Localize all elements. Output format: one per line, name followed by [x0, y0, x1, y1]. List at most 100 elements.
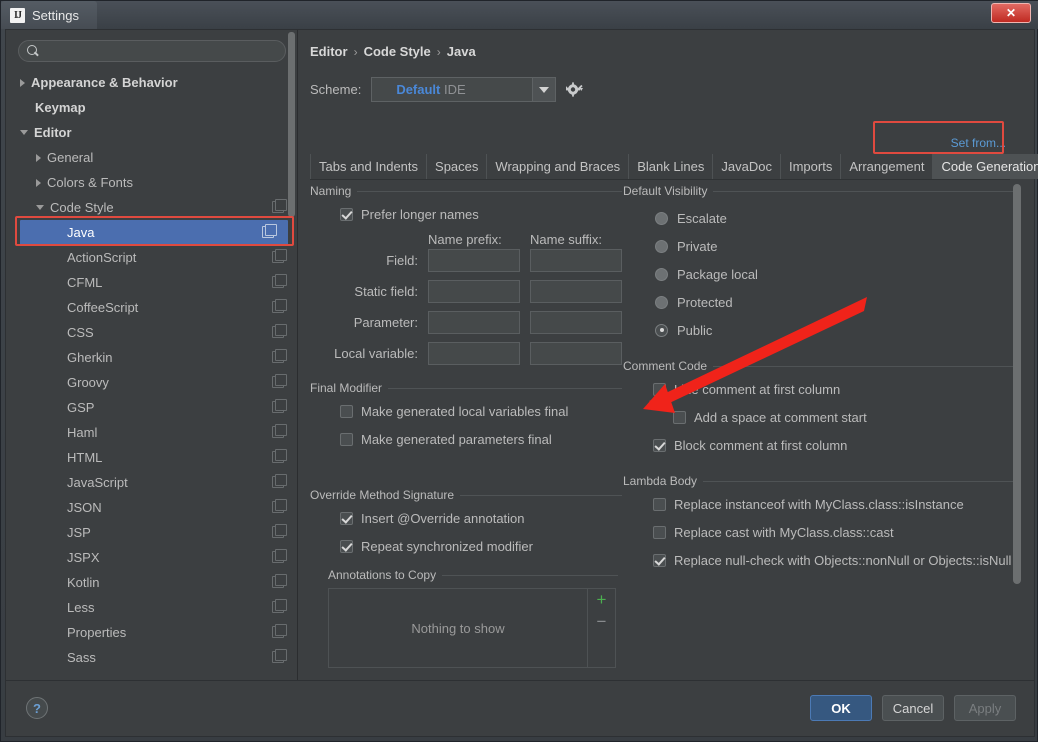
copy-scheme-icon[interactable] — [272, 624, 287, 638]
radio-visibility-package-local[interactable]: Package local — [623, 260, 1013, 288]
sidebar-item-javascript[interactable]: JavaScript — [6, 470, 298, 495]
name-suffix-input[interactable] — [530, 342, 622, 365]
sidebar-item-colors-fonts[interactable]: Colors & Fonts — [6, 170, 298, 195]
name-prefix-input[interactable] — [428, 249, 520, 272]
tab-tabs-and-indents[interactable]: Tabs and Indents — [310, 154, 426, 179]
copy-scheme-icon[interactable] — [272, 499, 287, 513]
checkbox-comment-code-1[interactable]: Add a space at comment start — [623, 403, 1013, 431]
sidebar-item-sass[interactable]: Sass — [6, 645, 298, 670]
checkbox-final-modifier-1[interactable]: Make generated parameters final — [310, 425, 622, 453]
breadcrumb-item[interactable]: Code Style — [364, 44, 431, 59]
sidebar-item-properties[interactable]: Properties — [6, 620, 298, 645]
sidebar-item-css[interactable]: CSS — [6, 320, 298, 345]
radio-visibility-protected[interactable]: Protected — [623, 288, 1013, 316]
copy-scheme-icon[interactable] — [272, 574, 287, 588]
scheme-select[interactable]: Default IDE — [371, 77, 557, 102]
sidebar-item-coffeescript[interactable]: CoffeeScript — [6, 295, 298, 320]
copy-scheme-icon[interactable] — [262, 224, 277, 238]
copy-scheme-icon[interactable] — [272, 524, 287, 538]
sidebar-item-less[interactable]: Less — [6, 595, 298, 620]
copy-scheme-icon[interactable] — [272, 599, 287, 613]
set-from-link[interactable]: Set from... — [951, 136, 1006, 150]
sidebar-item-gsp[interactable]: GSP — [6, 395, 298, 420]
sidebar-item-kotlin[interactable]: Kotlin — [6, 570, 298, 595]
copy-scheme-icon[interactable] — [272, 424, 287, 438]
sidebar-item-label: Groovy — [67, 375, 109, 390]
sidebar-item-jsp[interactable]: JSP — [6, 520, 298, 545]
apply-button[interactable]: Apply — [954, 695, 1016, 721]
name-suffix-input[interactable] — [530, 311, 622, 334]
checkbox-comment-code-2[interactable]: Block comment at first column — [623, 431, 1013, 459]
tab-wrapping-and-braces[interactable]: Wrapping and Braces — [486, 154, 628, 179]
tab-javadoc[interactable]: JavaDoc — [712, 154, 780, 179]
name-prefix-input[interactable] — [428, 342, 520, 365]
search-box[interactable] — [18, 40, 286, 62]
copy-scheme-icon[interactable] — [272, 649, 287, 663]
sidebar-item-json[interactable]: JSON — [6, 495, 298, 520]
copy-scheme-icon[interactable] — [272, 349, 287, 363]
checkbox-override-0[interactable]: Insert @Override annotation — [310, 504, 622, 532]
search-input[interactable] — [40, 43, 285, 59]
sidebar-item-html[interactable]: HTML — [6, 445, 298, 470]
tab-code-generation[interactable]: Code Generation — [932, 154, 1038, 179]
checkbox-comment-code-0[interactable]: Line comment at first column — [623, 375, 1013, 403]
radio-visibility-public[interactable]: Public — [623, 316, 1013, 344]
radio-visibility-private[interactable]: Private — [623, 232, 1013, 260]
sidebar-scrollbar-thumb[interactable] — [288, 32, 295, 217]
content-scrollbar-thumb[interactable] — [1013, 184, 1021, 584]
name-suffix-input[interactable] — [530, 249, 622, 272]
sidebar-item-cfml[interactable]: CFML — [6, 270, 298, 295]
close-icon[interactable]: ✕ — [991, 3, 1031, 23]
checkbox-indicator — [340, 539, 353, 553]
chevron-down-icon[interactable] — [36, 205, 44, 210]
checkbox-lambda-body-0[interactable]: Replace instanceof with MyClass.class::i… — [623, 490, 1013, 518]
remove-annotation-button[interactable]: − — [597, 613, 607, 630]
help-icon[interactable]: ? — [26, 697, 48, 719]
sidebar-item-actionscript[interactable]: ActionScript — [6, 245, 298, 270]
copy-scheme-icon[interactable] — [272, 449, 287, 463]
checkbox-lambda-body-1[interactable]: Replace cast with MyClass.class::cast — [623, 518, 1013, 546]
name-prefix-input[interactable] — [428, 280, 520, 303]
tab-arrangement[interactable]: Arrangement — [840, 154, 932, 179]
checkbox-final-modifier-0[interactable]: Make generated local variables final — [310, 397, 622, 425]
copy-scheme-icon[interactable] — [272, 249, 287, 263]
sidebar-item-keymap[interactable]: Keymap — [6, 95, 298, 120]
chevron-right-icon[interactable] — [36, 178, 41, 187]
checkbox-override-1[interactable]: Repeat synchronized modifier — [310, 532, 622, 560]
copy-scheme-icon[interactable] — [272, 274, 287, 288]
tab-imports[interactable]: Imports — [779, 154, 840, 179]
tab-blank-lines[interactable]: Blank Lines — [628, 154, 712, 179]
sidebar-item-groovy[interactable]: Groovy — [6, 370, 298, 395]
sidebar-item-java[interactable]: Java — [20, 220, 288, 245]
copy-scheme-icon[interactable] — [272, 374, 287, 388]
sidebar-item-general[interactable]: General — [6, 145, 298, 170]
sidebar-item-editor[interactable]: Editor — [6, 120, 298, 145]
tab-spaces[interactable]: Spaces — [426, 154, 486, 179]
chevron-down-icon[interactable] — [532, 78, 556, 101]
radio-visibility-escalate[interactable]: Escalate — [623, 204, 1013, 232]
copy-scheme-icon[interactable] — [272, 199, 287, 213]
checkbox-prefer-longer-names[interactable]: Prefer longer names — [310, 200, 622, 228]
sidebar-item-gherkin[interactable]: Gherkin — [6, 345, 298, 370]
copy-scheme-icon[interactable] — [272, 399, 287, 413]
chevron-right-icon[interactable] — [36, 153, 41, 162]
name-prefix-input[interactable] — [428, 311, 520, 334]
sidebar-item-haml[interactable]: Haml — [6, 420, 298, 445]
checkbox-lambda-body-2[interactable]: Replace null-check with Objects::nonNull… — [623, 546, 1013, 574]
sidebar-item-appearance-behavior[interactable]: Appearance & Behavior — [6, 70, 298, 95]
copy-scheme-icon[interactable] — [272, 299, 287, 313]
sidebar-item-code-style[interactable]: Code Style — [6, 195, 298, 220]
copy-scheme-icon[interactable] — [272, 324, 287, 338]
cancel-button[interactable]: Cancel — [882, 695, 944, 721]
copy-scheme-icon[interactable] — [272, 549, 287, 563]
copy-scheme-icon[interactable] — [272, 474, 287, 488]
ok-button[interactable]: OK — [810, 695, 872, 721]
chevron-down-icon[interactable] — [20, 130, 28, 135]
name-suffix-input[interactable] — [530, 280, 622, 303]
breadcrumb-item[interactable]: Editor — [310, 44, 348, 59]
gear-icon[interactable] — [566, 82, 584, 97]
breadcrumb-item[interactable]: Java — [447, 44, 476, 59]
sidebar-item-jspx[interactable]: JSPX — [6, 545, 298, 570]
add-annotation-button[interactable]: + — [597, 591, 607, 608]
chevron-right-icon[interactable] — [20, 78, 25, 87]
